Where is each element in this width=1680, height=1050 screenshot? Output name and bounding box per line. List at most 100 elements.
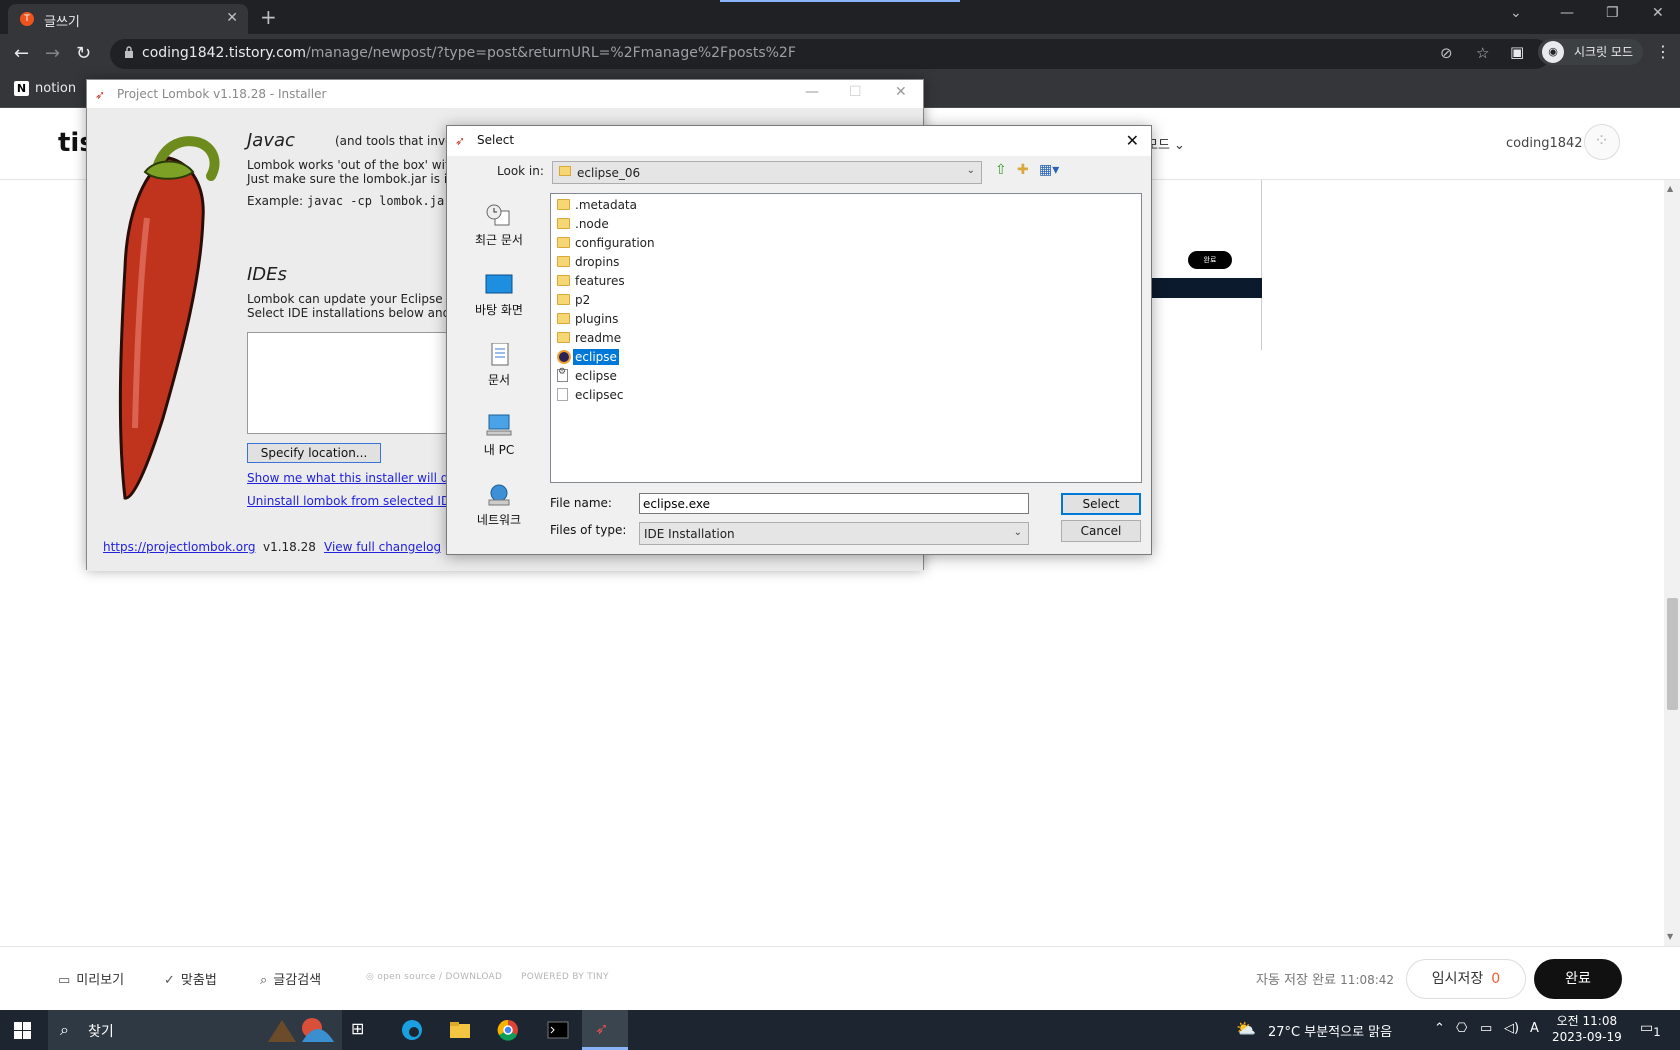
page-scrollbar-thumb[interactable] [1667, 598, 1678, 710]
scroll-down-arrow-icon[interactable]: ▼ [1667, 932, 1673, 941]
opensource-label: open source / DOWNLOAD [377, 972, 503, 982]
ides-line-2: Select IDE installations below and h [247, 306, 462, 320]
ime-indicator[interactable]: A [1530, 1021, 1539, 1036]
url-bar[interactable]: coding1842.tistory.com/manage/newpost/?t… [110, 39, 1550, 69]
tray-overflow-icon[interactable]: ⌃ [1434, 1021, 1445, 1036]
example-label: Example: [247, 194, 304, 208]
edge-icon [402, 1020, 422, 1040]
bookmark-star-icon[interactable]: ☆ [1476, 44, 1489, 62]
look-in-combobox[interactable]: eclipse_06 ⌄ [552, 161, 982, 184]
specify-location-button[interactable]: Specify location... [247, 443, 381, 463]
autosave-time: 11:08:42 [1340, 973, 1395, 987]
preview-label: 미리보기 [76, 973, 125, 988]
lombok-maximize-button[interactable]: ☐ [849, 84, 862, 100]
preview-button[interactable]: ▭ 미리보기 [58, 969, 124, 988]
files-of-type-combobox[interactable]: IDE Installation ⌄ [639, 522, 1029, 545]
taskbar-lombok[interactable]: ➶ [582, 1010, 628, 1050]
weather-icon[interactable]: ⛅ [1236, 1019, 1256, 1038]
file-list[interactable]: .metadata .node configuration dropins featur… [550, 193, 1142, 483]
taskbar-terminal[interactable] [534, 1010, 580, 1050]
taskbar-chrome[interactable] [484, 1010, 530, 1050]
windows-start-icon[interactable] [14, 1022, 31, 1039]
bookmark-notion[interactable]: Nnotion [14, 81, 76, 96]
meet-icon[interactable]: ⎔ [1456, 1021, 1467, 1036]
desktop-icon [485, 274, 513, 294]
place-recent[interactable]: 최근 문서 [453, 203, 545, 248]
lombok-minimize-button[interactable]: — [805, 84, 819, 100]
content-search-button[interactable]: ⌕ 글감검색 [260, 969, 321, 988]
weather-text[interactable]: 27°C 부분적으로 맑음 [1268, 1021, 1392, 1040]
content-search-label: 글감검색 [273, 973, 322, 988]
temp-save-button[interactable]: 임시저장 0 [1406, 959, 1526, 999]
show-installer-actions-link[interactable]: Show me what this installer will do [247, 471, 456, 485]
view-menu-icon[interactable]: ▦▾ [1039, 162, 1059, 178]
changelog-link[interactable]: View full changelog [324, 540, 441, 554]
dialog-title: Select [477, 133, 515, 147]
dialog-titlebar[interactable]: ➶ Select ✕ [447, 126, 1151, 156]
autosave-status: 자동 저장 완료 11:08:42 [1256, 969, 1394, 988]
browser-tab[interactable]: T 글쓰기 ✕ [8, 4, 248, 34]
place-desktop[interactable]: 바탕 화면 [453, 273, 545, 318]
network-tray-icon[interactable]: ▭ [1480, 1021, 1492, 1036]
new-tab-button[interactable]: + [260, 5, 277, 29]
tab-close-icon[interactable]: ✕ [226, 10, 238, 26]
search-highlight-icon [268, 1018, 334, 1042]
lombok-pepper-logo [118, 136, 220, 500]
volume-icon[interactable]: ◁) [1504, 1021, 1519, 1036]
projectlombok-site-link[interactable]: https://projectlombok.org [103, 540, 255, 554]
eye-off-icon[interactable]: ⊘ [1440, 44, 1453, 62]
incognito-badge[interactable]: ◉ 시크릿 모드 [1538, 39, 1644, 65]
restore-button[interactable]: ❐ [1606, 5, 1619, 21]
example-code: javac -cp lombok.jar [306, 194, 452, 208]
scroll-up-arrow-icon[interactable]: ▲ [1667, 184, 1673, 193]
place-network[interactable]: 네트워크 [453, 483, 545, 528]
cancel-button[interactable]: Cancel [1061, 520, 1141, 542]
place-documents[interactable]: 문서 [453, 343, 545, 388]
tistory-favicon-icon: T [20, 12, 34, 26]
new-folder-icon[interactable]: ✚ [1017, 162, 1029, 178]
files-of-type-value: IDE Installation [644, 527, 735, 541]
chrome-icon [497, 1019, 518, 1041]
minimize-button[interactable]: — [1560, 5, 1574, 21]
temp-save-count: 0 [1491, 971, 1501, 987]
publish-button[interactable]: 완료 [1534, 959, 1622, 999]
forward-button[interactable]: → [45, 43, 60, 64]
up-folder-icon[interactable]: ⇧ [995, 162, 1007, 178]
place-label: 내 PC [483, 443, 515, 457]
opensource-link[interactable]: ◎ open source / DOWNLOAD [366, 972, 502, 982]
place-pc[interactable]: 내 PC [453, 413, 545, 458]
javac-title: Javac [247, 130, 295, 151]
avatar[interactable] [1584, 124, 1620, 160]
lombok-titlebar[interactable]: ➶ Project Lombok v1.18.28 - Installer — … [87, 80, 923, 108]
reload-button[interactable]: ↻ [76, 43, 91, 64]
clock[interactable]: 오전 11:08 2023-09-19 [1552, 1013, 1622, 1045]
folder-icon [557, 199, 570, 210]
clock-time: 오전 11:08 [1556, 1014, 1618, 1028]
file-name-input[interactable] [639, 493, 1029, 514]
javac-line-1: Lombok works 'out of the box' with [247, 158, 458, 172]
tab-search-chevron-icon[interactable]: ⌄ [1510, 5, 1522, 21]
select-button[interactable]: Select [1061, 493, 1141, 515]
look-in-label: Look in: [497, 164, 544, 178]
notification-icon[interactable]: ▭1 [1640, 1020, 1661, 1039]
lock-icon [125, 46, 133, 58]
notification-count: 1 [1653, 1024, 1661, 1039]
folder-icon [557, 275, 570, 286]
back-button[interactable]: ← [14, 43, 29, 64]
side-panel-icon[interactable]: ▣ [1510, 43, 1524, 61]
spellcheck-button[interactable]: ✓ 맞춤법 [164, 969, 217, 988]
page-scrollbar[interactable] [1664, 180, 1680, 1010]
close-window-button[interactable]: ✕ [1652, 5, 1664, 21]
lombok-close-button[interactable]: ✕ [895, 84, 907, 100]
pc-icon [486, 414, 512, 436]
taskbar-edge[interactable] [388, 1010, 434, 1050]
browser-menu-icon[interactable]: ⋮ [1655, 42, 1671, 61]
dialog-close-button[interactable]: ✕ [1126, 131, 1139, 150]
taskbar-file-explorer[interactable] [436, 1010, 482, 1050]
uninstall-lombok-link[interactable]: Uninstall lombok from selected IDE [247, 494, 458, 508]
url-text: coding1842.tistory.com/manage/newpost/?t… [142, 45, 796, 61]
taskbar-search[interactable]: ⌕ 찾기 [48, 1010, 342, 1050]
username[interactable]: coding1842 [1506, 136, 1583, 151]
windows-taskbar: ⌕ 찾기 ⊞ ➶ ⛅ 27°C 부분적으로 맑음 ⌃ ⎔ ▭ ◁) A 오전 1… [0, 1010, 1680, 1050]
task-view-button[interactable]: ⊞ [338, 1010, 384, 1050]
